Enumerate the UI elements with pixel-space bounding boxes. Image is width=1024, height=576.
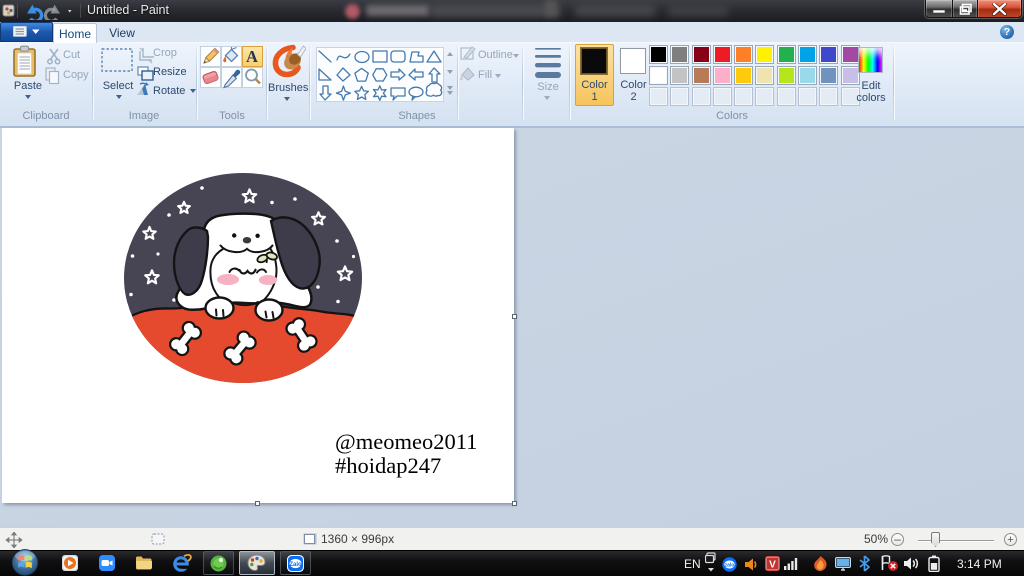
svg-text:Zalo: Zalo: [289, 562, 302, 568]
svg-text:zalo: zalo: [725, 563, 735, 569]
svg-text:V: V: [769, 560, 776, 571]
